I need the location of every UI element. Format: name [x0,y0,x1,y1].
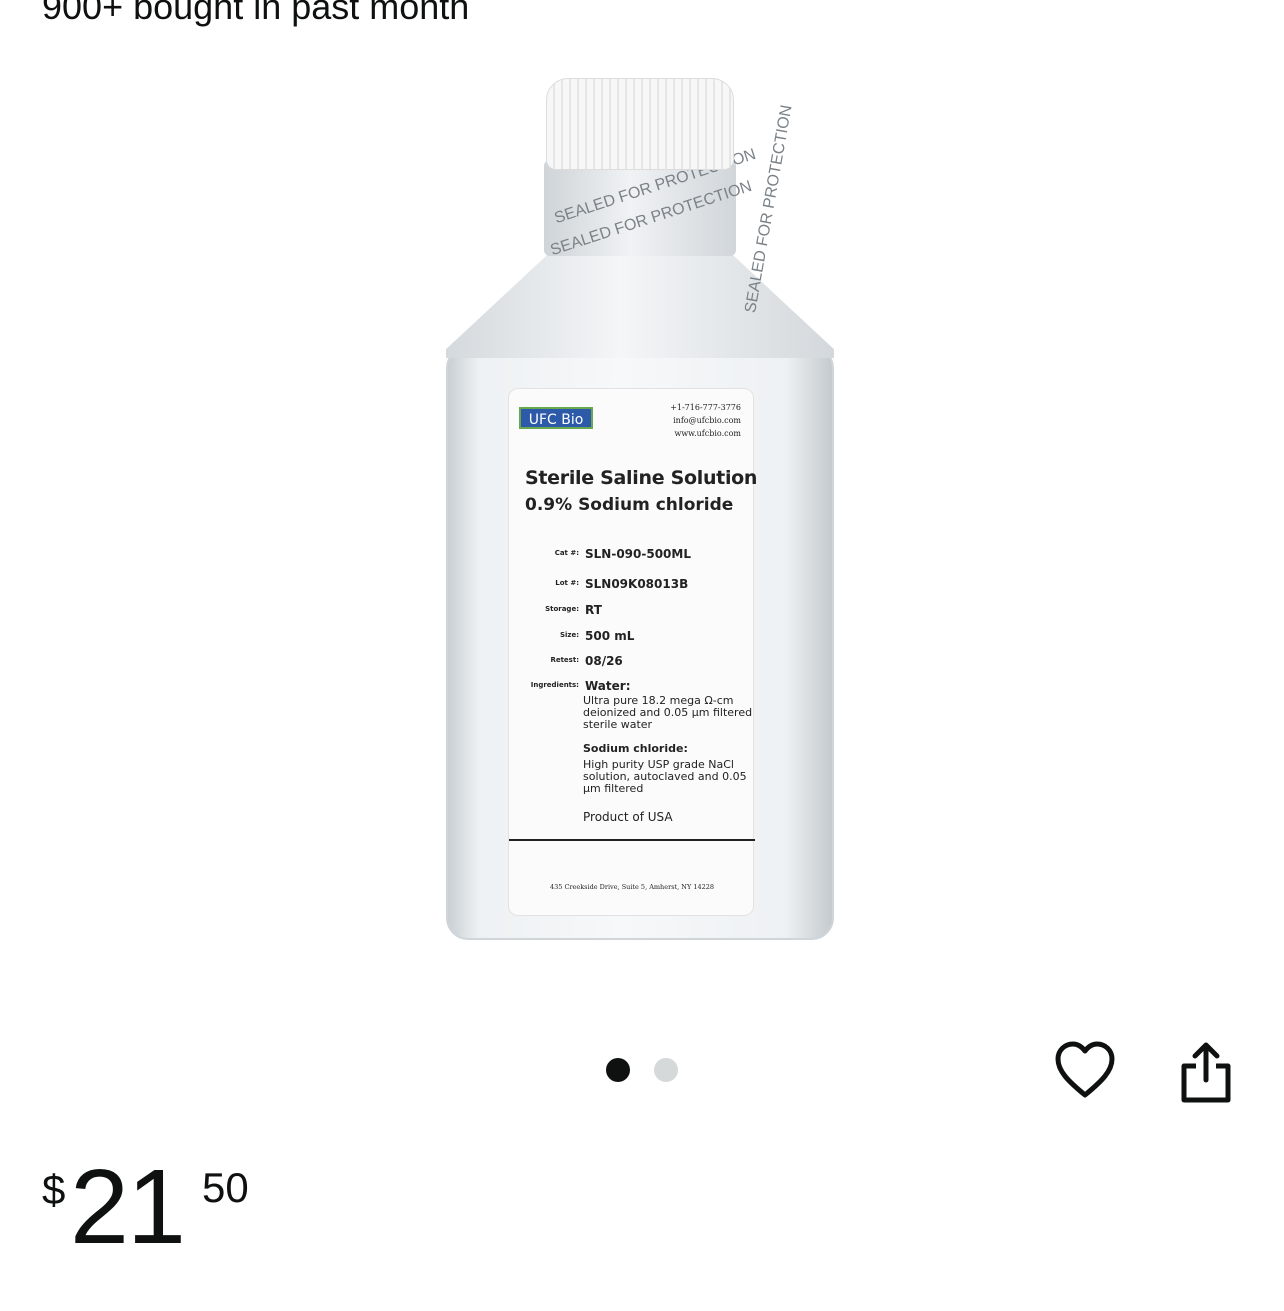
nacl-heading: Sodium chloride: [583,742,688,755]
label-title: Sterile Saline Solution [525,467,758,489]
field-value: 500 mL [585,629,635,643]
water-description: Ultra pure 18.2 mega Ω-cm deionized and … [583,694,753,731]
bottle-shoulder [446,248,834,358]
bottle-neck-band: SEALED FOR PROTECTION SEALED FOR PROTECT… [544,104,796,314]
bottle-cap [546,78,734,170]
product-label: UFC Bio +1-716-777-3776 info@ufcbio.com … [508,388,758,916]
price-fraction: 50 [202,1164,249,1211]
field-value: SLN09K08013B [585,577,689,591]
contact-info: +1-716-777-3776 info@ufcbio.com www.ufcb… [647,401,741,440]
field-key: Size: [559,631,579,639]
field-value: RT [585,603,602,617]
field-key: Cat #: [554,549,579,557]
carousel-dot-1[interactable] [606,1058,630,1082]
neck-band-text: SEALED FOR PROTECTION [742,103,796,315]
nacl-description: High purity USP grade NaCl solution, aut… [583,758,747,795]
field-key: Retest: [550,656,579,664]
carousel-dot-2[interactable] [654,1058,678,1082]
label-address: 435 Creekside Drive, Suite 5, Amherst, N… [549,883,715,891]
field-key: Storage: [545,605,579,613]
image-carousel-dots [606,1058,678,1082]
price-currency-symbol: $ [42,1166,66,1213]
share-icon[interactable] [1176,1040,1236,1104]
price-whole: 21 [70,1148,186,1266]
field-value: SLN-090-500ML [585,547,691,561]
product-image[interactable]: SEALED FOR PROTECTION SEALED FOR PROTECT… [440,78,840,940]
field-value: Water: [585,679,631,693]
contact-phone: +1-716-777-3776 [670,403,741,412]
contact-website: www.ufcbio.com [674,429,741,438]
heart-icon[interactable] [1054,1040,1116,1102]
contact-email: info@ufcbio.com [673,416,741,425]
label-divider [509,839,755,841]
bought-in-past-month: 900+ bought in past month [42,0,470,27]
field-value: 08/26 [585,654,623,668]
brand-logo: UFC Bio [519,407,593,429]
field-key: Lot #: [555,579,579,587]
field-key: Ingredients: [530,681,579,689]
product-origin: Product of USA [583,810,673,824]
label-subtitle: 0.9% Sodium chloride [525,495,734,515]
